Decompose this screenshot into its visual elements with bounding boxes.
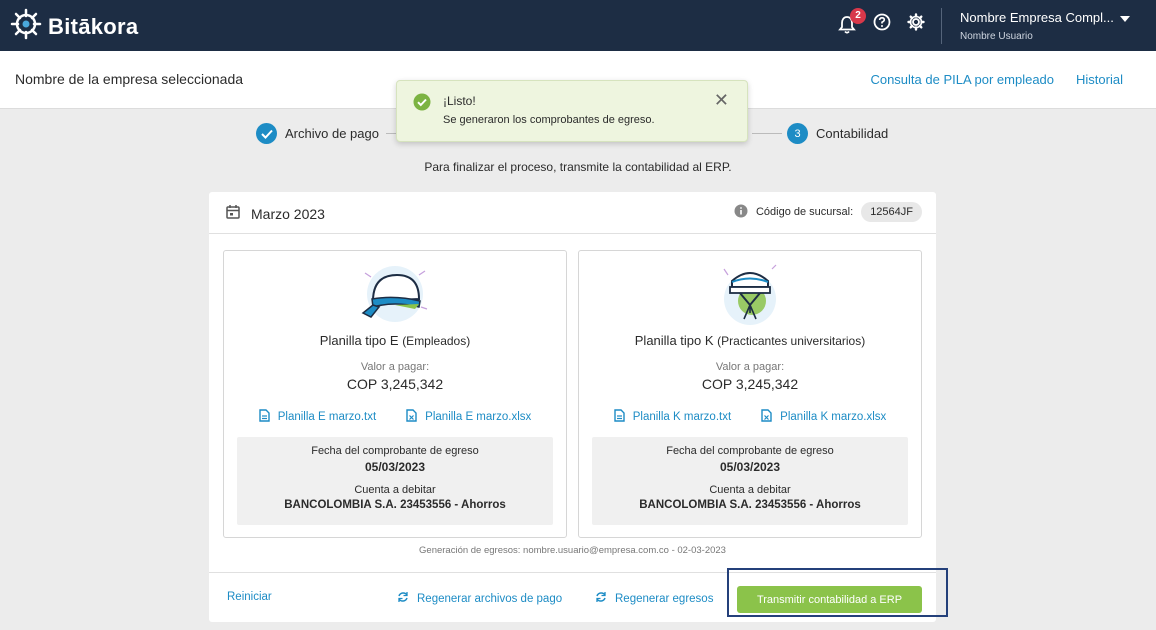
account-label: Cuenta a debitar	[354, 484, 436, 496]
account-value: BANCOLOMBIA S.A. 23453556 - Ahorros	[639, 499, 861, 511]
pay-value: COP 3,245,342	[346, 376, 444, 392]
planilla-type: Planilla tipo K	[634, 333, 714, 348]
planilla-title: Planilla tipo E (Empleados)	[224, 333, 566, 348]
step-accounting: 3 Contabilidad	[787, 123, 888, 144]
planilla-title: Planilla tipo K (Practicantes universita…	[579, 333, 921, 348]
branch-code: 12564JF	[861, 202, 922, 222]
company-selector[interactable]: Nombre Empresa Compl... Nombre Usuario	[960, 10, 1140, 42]
brand-name: Bitākora	[48, 13, 139, 39]
file-icon	[406, 409, 417, 425]
toast-message: Se generaron los comprobantes de egreso.	[443, 114, 655, 126]
pay-label: Valor a pagar:	[360, 361, 430, 373]
check-circle-icon	[413, 93, 431, 116]
user-name: Nombre Usuario	[960, 31, 1033, 42]
card-header: Marzo 2023 Código de sucursal: 12564JF	[209, 192, 936, 234]
file-name: Planilla K marzo.txt	[632, 411, 732, 423]
planilla-subtitle: (Practicantes universitarios)	[717, 334, 866, 348]
pay-label: Valor a pagar:	[715, 361, 785, 373]
egress-info-box: Fecha del comprobante de egreso 05/03/20…	[592, 437, 908, 525]
toast-title: ¡Listo!	[443, 94, 476, 108]
account-label: Cuenta a debitar	[709, 484, 791, 496]
regenerate-egress-button[interactable]: Regenerar egresos	[595, 591, 713, 606]
date-label: Fecha del comprobante de egreso	[666, 445, 834, 457]
download-txt-link[interactable]: Planilla E marzo.txt	[259, 409, 376, 425]
close-icon[interactable]: ✕	[714, 91, 729, 109]
instruction-text: Para finalizar el proceso, transmite la …	[424, 160, 732, 174]
transmit-highlight-frame	[727, 568, 948, 617]
planilla-subtitle: (Empleados)	[402, 334, 471, 348]
pay-value: COP 3,245,342	[701, 376, 799, 392]
egress-generation-note: Generación de egresos: nombre.usuario@em…	[419, 545, 726, 556]
success-toast: ¡Listo! Se generaron los comprobantes de…	[396, 80, 748, 142]
regen-files-label: Regenerar archivos de pago	[417, 592, 563, 605]
file-name: Planilla K marzo.xlsx	[780, 411, 887, 423]
student-hat-illustration	[710, 261, 790, 332]
caret-down-icon	[1119, 10, 1130, 25]
step-connector	[752, 133, 782, 134]
ship-wheel-icon	[10, 8, 42, 45]
file-icon	[259, 409, 270, 425]
help-icon[interactable]	[872, 12, 892, 37]
employee-cap-illustration	[355, 261, 435, 332]
notifications-button[interactable]: 2	[836, 7, 866, 36]
info-icon	[734, 204, 748, 221]
step-connector	[386, 133, 396, 134]
calendar-icon	[225, 204, 241, 223]
planilla-card-e: Planilla tipo E (Empleados) Valor a paga…	[223, 250, 567, 538]
page-title: Nombre de la empresa seleccionada	[15, 71, 244, 87]
account-value: BANCOLOMBIA S.A. 23453556 - Ahorros	[284, 499, 506, 511]
company-name: Nombre Empresa Compl...	[960, 10, 1114, 25]
notification-badge: 2	[850, 7, 866, 24]
date-value: 05/03/2023	[719, 460, 781, 474]
bell-icon	[836, 15, 858, 40]
file-name: Planilla E marzo.txt	[277, 411, 377, 423]
navbar-divider	[941, 8, 942, 44]
brand-logo[interactable]: Bitākora	[10, 8, 138, 45]
download-txt-link[interactable]: Planilla K marzo.txt	[614, 409, 731, 425]
top-navbar: Bitākora 2 Nombre Empresa Compl... Nombr…	[0, 0, 1156, 51]
step-payment-file: Archivo de pago	[256, 123, 379, 144]
step-number: 3	[787, 123, 808, 144]
file-name: Planilla E marzo.xlsx	[425, 411, 532, 423]
refresh-icon	[595, 591, 607, 606]
date-value: 05/03/2023	[364, 460, 426, 474]
planilla-type: Planilla tipo E	[319, 333, 399, 348]
history-link[interactable]: Historial	[1076, 72, 1123, 87]
step-label: Archivo de pago	[285, 126, 379, 141]
step-label: Contabilidad	[816, 126, 889, 141]
egress-info-box: Fecha del comprobante de egreso 05/03/20…	[237, 437, 553, 525]
period-label: Marzo 2023	[251, 205, 325, 222]
pila-query-link[interactable]: Consulta de PILA por empleado	[870, 72, 1054, 87]
date-label: Fecha del comprobante de egreso	[311, 445, 479, 457]
regen-egress-label: Regenerar egresos	[615, 592, 714, 605]
gear-icon[interactable]	[906, 12, 926, 37]
file-icon	[614, 409, 625, 425]
branch-label: Código de sucursal:	[755, 206, 854, 218]
download-xlsx-link[interactable]: Planilla E marzo.xlsx	[406, 409, 531, 425]
refresh-icon	[397, 591, 409, 606]
accounting-card: Marzo 2023 Código de sucursal: 12564JF P…	[209, 192, 936, 622]
check-icon	[256, 123, 277, 144]
planilla-card-k: Planilla tipo K (Practicantes universita…	[578, 250, 922, 538]
download-xlsx-link[interactable]: Planilla K marzo.xlsx	[761, 409, 886, 425]
reset-button[interactable]: Reiniciar	[227, 591, 272, 603]
file-icon	[761, 409, 772, 425]
regenerate-payment-files-button[interactable]: Regenerar archivos de pago	[397, 591, 562, 606]
